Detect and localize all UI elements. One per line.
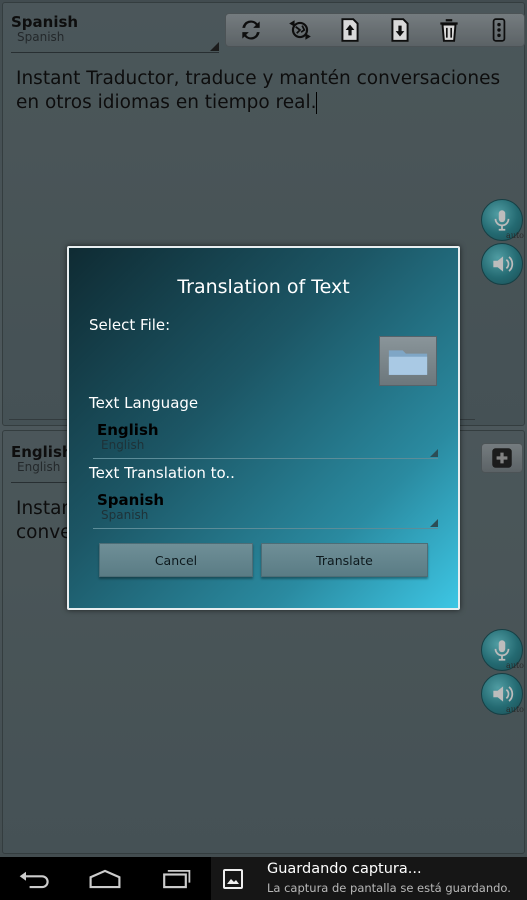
source-language-value-sub: English <box>101 438 145 452</box>
text-language-label: Text Language <box>89 394 199 412</box>
notification-title: Guardando captura... <box>267 861 422 877</box>
select-file-label: Select File: <box>89 316 171 334</box>
cancel-button[interactable]: Cancel <box>99 543 253 577</box>
notification-text: La captura de pantalla se está guardando… <box>267 881 511 895</box>
app-screen: Spanish Spanish Instant Traductor, tradu… <box>0 0 527 857</box>
system-nav-bar: Guardando captura... La captura de panta… <box>0 857 527 900</box>
back-button[interactable] <box>12 865 58 893</box>
recent-apps-icon <box>163 870 191 889</box>
target-language-select[interactable]: Spanish Spanish <box>93 491 438 529</box>
picture-icon <box>225 871 241 887</box>
spinner-arrow-icon <box>430 519 438 527</box>
source-language-select[interactable]: English English <box>93 421 438 459</box>
recent-apps-button[interactable] <box>152 865 198 893</box>
translate-to-label: Text Translation to.. <box>89 464 235 482</box>
back-icon <box>19 871 49 889</box>
home-button[interactable] <box>82 865 128 893</box>
spinner-arrow-icon <box>430 449 438 457</box>
home-icon <box>89 869 121 889</box>
target-language-value-sub: Spanish <box>101 508 149 522</box>
screenshot-notification[interactable]: Guardando captura... La captura de panta… <box>211 857 527 900</box>
source-language-value: English <box>97 421 159 439</box>
target-language-value: Spanish <box>97 491 165 509</box>
translate-confirm-button[interactable]: Translate <box>261 543 428 577</box>
select-file-button[interactable] <box>379 336 437 386</box>
translation-dialog: Translation of Text Select File: Text La… <box>67 246 460 610</box>
dialog-title: Translation of Text <box>177 276 350 298</box>
folder-icon <box>388 350 428 375</box>
image-icon <box>223 869 243 889</box>
